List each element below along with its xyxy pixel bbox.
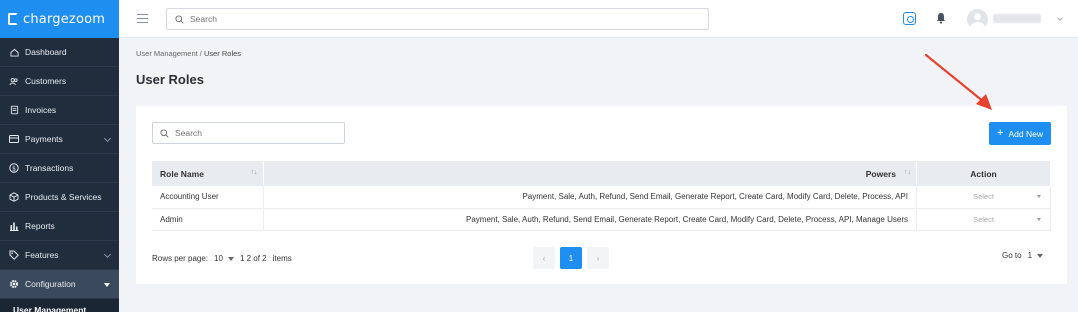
- column-header-action: Action: [916, 161, 1051, 186]
- gear-icon: [9, 279, 19, 289]
- global-search[interactable]: [166, 8, 709, 30]
- roles-card: + Add New Role Name ↑↓ Powers ↑↓ Action …: [136, 106, 1067, 284]
- chevron-down-icon: [103, 134, 112, 143]
- sidebar-item-label: Reports: [25, 221, 55, 231]
- page-range: 1 2 of 2: [239, 254, 267, 263]
- tag-icon: [9, 250, 19, 260]
- breadcrumb: User Management / User Roles: [136, 49, 241, 58]
- roles-search-input[interactable]: [175, 128, 335, 138]
- role-name-cell: Admin: [152, 208, 264, 231]
- pagination-info: Rows per page: 10 1 2 of 2 items: [152, 254, 292, 263]
- chevron-down-icon: [103, 250, 112, 259]
- global-search-input[interactable]: [190, 14, 670, 24]
- search-icon: [160, 128, 169, 138]
- logo-mark-icon: [8, 13, 18, 25]
- instagram-icon[interactable]: [903, 12, 916, 25]
- roles-table: Role Name ↑↓ Powers ↑↓ Action Accounting…: [152, 161, 1051, 231]
- bell-icon[interactable]: [936, 12, 946, 24]
- box-icon: [9, 192, 19, 202]
- sidebar-item-label: Payments: [25, 134, 63, 144]
- annotation-arrow-icon: [924, 53, 992, 110]
- table-header-row: Role Name ↑↓ Powers ↑↓ Action: [152, 161, 1051, 186]
- page-title: User Roles: [136, 72, 204, 87]
- sidebar-item-label: Dashboard: [25, 47, 67, 57]
- page-button-current[interactable]: 1: [560, 247, 582, 269]
- column-header-powers[interactable]: Powers ↑↓: [263, 161, 917, 186]
- caret-down-icon: [227, 256, 234, 261]
- roles-search[interactable]: [152, 122, 345, 144]
- action-select-placeholder: Select: [973, 214, 994, 224]
- invoice-icon: [9, 105, 19, 115]
- table-row: Accounting User Payment, Sale, Auth, Ref…: [152, 186, 1051, 209]
- next-page-button[interactable]: ›: [587, 247, 609, 269]
- top-bar: [119, 0, 1078, 38]
- action-select-placeholder: Select: [973, 192, 994, 202]
- sidebar-subitem-user-management[interactable]: User Management: [0, 299, 119, 312]
- sidebar-item-label: Products & Services: [25, 192, 102, 202]
- caret-down-icon: [104, 283, 110, 287]
- go-to-select[interactable]: 1: [1028, 251, 1044, 260]
- sidebar-item-customers[interactable]: Customers: [0, 67, 119, 96]
- sidebar-item-payments[interactable]: Payments: [0, 125, 119, 154]
- sidebar-item-label: Features: [25, 250, 59, 260]
- bar-chart-icon: [9, 221, 19, 231]
- caret-down-icon: [1037, 217, 1041, 221]
- menu-toggle-icon[interactable]: [137, 14, 148, 23]
- action-select[interactable]: Select: [916, 208, 1051, 231]
- action-select[interactable]: Select: [916, 186, 1051, 209]
- role-name-cell: Accounting User: [152, 186, 264, 209]
- sidebar-item-label: Configuration: [25, 279, 76, 289]
- table-row: Admin Payment, Sale, Auth, Refund, Send …: [152, 208, 1051, 231]
- chevron-down-icon[interactable]: [1057, 15, 1063, 21]
- sidebar-item-label: Customers: [25, 76, 67, 86]
- dollar-icon: $: [9, 163, 19, 173]
- rows-per-page-select[interactable]: 10: [214, 254, 234, 263]
- powers-cell: Payment, Sale, Auth, Refund, Send Email,…: [263, 186, 917, 209]
- sidebar-item-invoices[interactable]: Invoices: [0, 96, 119, 125]
- sidebar-item-configuration[interactable]: Configuration: [0, 270, 119, 299]
- users-icon: [9, 76, 19, 86]
- sidebar-item-label: Transactions: [25, 163, 74, 173]
- home-icon: [9, 47, 19, 57]
- breadcrumb-current: User Roles: [203, 49, 242, 58]
- caret-down-icon: [1037, 195, 1041, 198]
- sidebar-item-reports[interactable]: Reports: [0, 212, 119, 241]
- go-to-label: Go to: [1002, 251, 1022, 260]
- sidebar: chargezoom Dashboard Customers Invoices …: [0, 0, 119, 312]
- avatar[interactable]: [967, 9, 988, 30]
- brand-logo[interactable]: chargezoom: [0, 0, 119, 38]
- search-icon: [175, 14, 184, 24]
- prev-page-button[interactable]: ‹: [533, 247, 555, 269]
- items-label: items: [272, 254, 292, 263]
- add-new-label: Add New: [1008, 128, 1043, 139]
- sidebar-item-transactions[interactable]: $ Transactions: [0, 154, 119, 183]
- rows-per-page-label: Rows per page:: [152, 254, 209, 263]
- powers-cell: Payment, Sale, Auth, Refund, Send Email,…: [263, 208, 917, 231]
- sidebar-item-dashboard[interactable]: Dashboard: [0, 38, 119, 67]
- user-name-redacted[interactable]: [993, 14, 1041, 23]
- pagination: ‹ 1 ›: [533, 247, 609, 269]
- caret-down-icon: [1037, 253, 1044, 258]
- sidebar-item-products-services[interactable]: Products & Services: [0, 183, 119, 212]
- plus-icon: +: [997, 127, 1004, 139]
- sort-icon[interactable]: ↑↓: [251, 169, 258, 176]
- svg-text:$: $: [12, 165, 16, 172]
- go-to-page: Go to 1: [1002, 251, 1044, 260]
- column-header-role-name[interactable]: Role Name ↑↓: [152, 161, 264, 186]
- breadcrumb-link-user-management[interactable]: User Management: [136, 49, 198, 58]
- sort-icon[interactable]: ↑↓: [904, 169, 911, 176]
- card-icon: [9, 134, 19, 144]
- sidebar-item-features[interactable]: Features: [0, 241, 119, 270]
- brand-name: chargezoom: [23, 11, 106, 27]
- sidebar-item-label: Invoices: [25, 105, 57, 115]
- add-new-button[interactable]: + Add New: [989, 122, 1051, 145]
